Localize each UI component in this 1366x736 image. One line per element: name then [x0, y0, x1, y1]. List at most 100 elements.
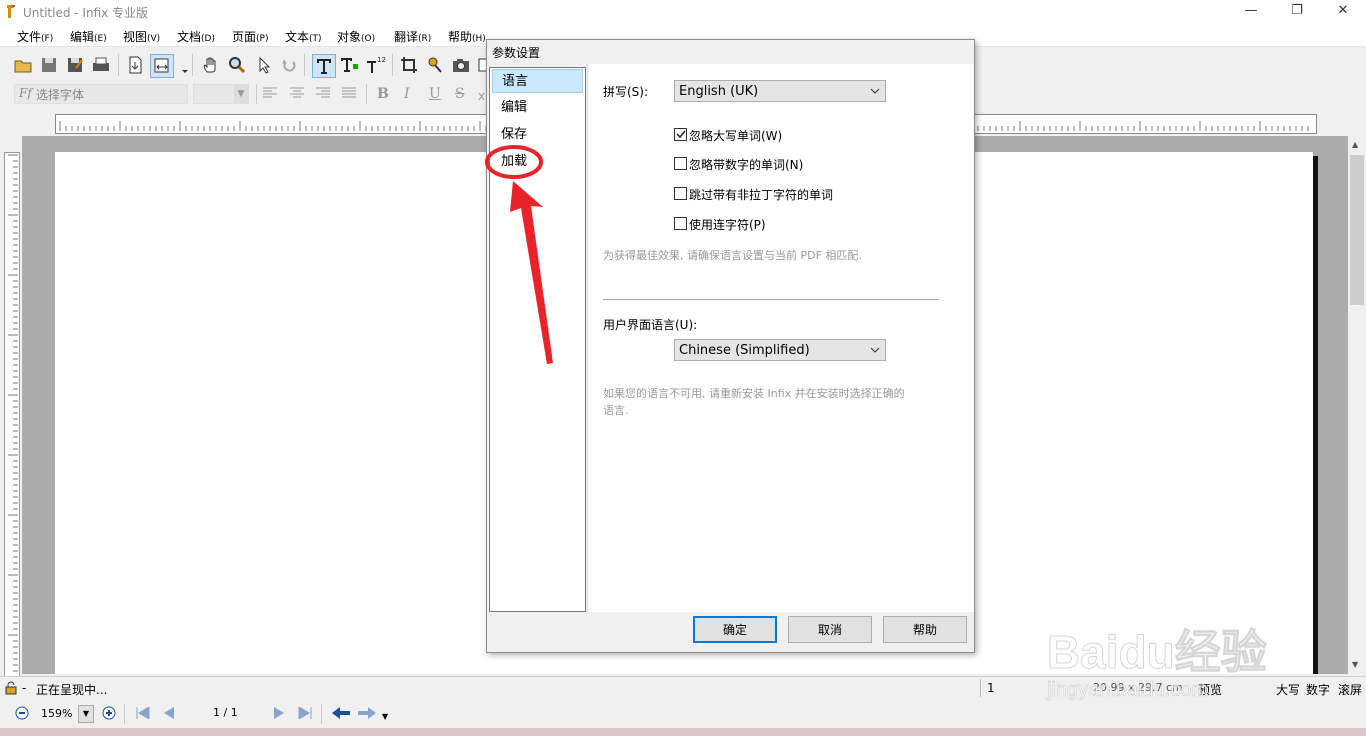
toolbar-separator: [304, 54, 305, 76]
font-placeholder: 选择字体: [36, 88, 85, 102]
nav-item-save[interactable]: 保存: [492, 123, 583, 147]
zoom-tool-icon[interactable]: [226, 54, 248, 76]
fit-dropdown-icon[interactable]: [174, 54, 188, 76]
skip-nonlatin-checkbox[interactable]: [674, 187, 687, 200]
bold-button[interactable]: B: [377, 86, 389, 102]
scrollbar-thumb[interactable]: [1350, 155, 1364, 305]
menu-translate[interactable]: 翻译(R): [394, 28, 431, 45]
ignore-uppercase-checkbox[interactable]: [674, 128, 687, 141]
chevron-down-icon: [870, 347, 880, 353]
font-size-selector[interactable]: ▼: [193, 84, 249, 104]
save-as-icon[interactable]: [64, 54, 86, 76]
menu-file[interactable]: 文件(F): [17, 28, 53, 45]
status-dash: -: [22, 681, 27, 695]
watermark-brand: Baidu经验: [1047, 626, 1267, 678]
skip-nonlatin-label: 跳过带有非拉丁字符的单词: [689, 188, 834, 202]
taskbar-strip: [0, 728, 1366, 736]
cancel-button[interactable]: 取消: [788, 616, 872, 643]
chevron-down-icon: [870, 88, 880, 94]
help-button[interactable]: 帮助: [883, 616, 967, 643]
camera-icon[interactable]: [450, 54, 472, 76]
back-view-icon[interactable]: [332, 707, 350, 719]
page-indicator[interactable]: 1 / 1: [213, 706, 238, 719]
first-page-icon[interactable]: [136, 707, 150, 719]
crop-icon[interactable]: [398, 54, 420, 76]
window-title: Untitled - Infix 专业版: [23, 6, 149, 20]
nav-item-load[interactable]: 加载: [492, 150, 583, 174]
print-icon[interactable]: [90, 54, 112, 76]
nav-item-language[interactable]: 语言: [492, 69, 583, 93]
history-dropdown-icon[interactable]: ▼: [382, 712, 388, 721]
vertical-ruler-ticks: [8, 154, 18, 672]
menu-edit[interactable]: 编辑(E): [70, 28, 107, 45]
ok-button[interactable]: 确定: [693, 616, 777, 643]
menu-object[interactable]: 对象(O): [337, 28, 375, 45]
ignore-numbers-checkbox[interactable]: [674, 157, 687, 170]
minimize-button[interactable]: —: [1228, 0, 1274, 24]
hand-tool-icon[interactable]: [200, 54, 222, 76]
hyphenation-checkbox[interactable]: [674, 217, 687, 230]
align-right-icon[interactable]: [316, 87, 330, 99]
scroll-down-icon[interactable]: ▼: [1352, 660, 1358, 669]
zoom-in-icon[interactable]: [102, 706, 116, 720]
menu-document[interactable]: 文档(D): [177, 28, 215, 45]
font-icon: Ff: [19, 86, 32, 100]
forward-view-icon[interactable]: [358, 707, 376, 719]
next-page-icon[interactable]: [272, 707, 286, 719]
strikethrough-button[interactable]: S: [455, 86, 465, 102]
ui-language-hint-line2: 语言.: [603, 404, 629, 417]
ui-language-hint-line1: 如果您的语言不可用, 请重新安装 Infix 并在安装时选择正确的: [603, 387, 905, 400]
watermark-url: jingyan.baidu.com: [1046, 679, 1208, 701]
lock-icon: [5, 681, 17, 695]
preferences-nav-list: 语言 编辑 保存 加载: [489, 67, 586, 612]
text-flow-icon[interactable]: [338, 54, 360, 76]
hyphenation-label: 使用连字符(P): [689, 218, 766, 232]
toolbar-separator: [118, 54, 119, 76]
italic-button[interactable]: I: [404, 86, 410, 102]
open-icon[interactable]: [12, 54, 34, 76]
vertical-ruler: [4, 152, 20, 678]
nav-separator: [124, 704, 125, 724]
nav-separator: [321, 704, 322, 724]
menu-text[interactable]: 文本(T): [285, 28, 322, 45]
underline-button[interactable]: U: [429, 86, 441, 102]
save-icon[interactable]: [38, 54, 60, 76]
align-center-icon[interactable]: [290, 87, 304, 99]
restore-button[interactable]: ❐: [1274, 0, 1320, 24]
link-object-icon[interactable]: [424, 54, 446, 76]
menu-help[interactable]: 帮助(H): [448, 28, 486, 45]
select-arrow-icon[interactable]: [252, 54, 274, 76]
chevron-down-icon: ▼: [234, 85, 248, 103]
previous-page-icon[interactable]: [162, 707, 176, 719]
spelling-language-select[interactable]: English (UK): [674, 80, 886, 102]
status-num: 数字: [1306, 683, 1331, 697]
menu-view[interactable]: 视图(V): [123, 28, 160, 45]
toolbar-separator: [366, 84, 367, 104]
ui-language-value: Chinese (Simplified): [679, 343, 810, 358]
fit-width-icon[interactable]: [150, 54, 174, 78]
toolbar-separator: [192, 54, 193, 76]
toolbar-separator: [256, 84, 257, 104]
close-button[interactable]: ✕: [1320, 0, 1366, 24]
last-page-icon[interactable]: [298, 707, 312, 719]
status-scroll: 滚屏: [1338, 683, 1363, 697]
scroll-up-icon[interactable]: ▲: [1352, 140, 1358, 149]
ui-language-select[interactable]: Chinese (Simplified): [674, 339, 886, 361]
document-export-icon[interactable]: [124, 54, 146, 76]
zoom-value[interactable]: 159%: [41, 707, 72, 720]
status-text: 正在呈现中...: [36, 683, 108, 697]
spelling-language-value: English (UK): [679, 84, 759, 99]
menu-page[interactable]: 页面(P): [232, 28, 268, 45]
zoom-dropdown-icon[interactable]: ▼: [78, 705, 94, 723]
zoom-out-icon[interactable]: [15, 706, 29, 720]
font-selector[interactable]: Ff 选择字体: [14, 84, 188, 104]
superscript-text-icon[interactable]: 123: [364, 54, 390, 76]
rotate-icon[interactable]: [278, 54, 300, 76]
nav-item-edit[interactable]: 编辑: [492, 96, 583, 120]
svg-text:x: x: [478, 89, 485, 102]
align-left-icon[interactable]: [263, 87, 277, 99]
status-page-number: 1: [987, 681, 995, 695]
svg-text:123: 123: [377, 56, 386, 64]
text-tool-icon[interactable]: [312, 54, 336, 78]
justify-icon[interactable]: [342, 87, 356, 99]
